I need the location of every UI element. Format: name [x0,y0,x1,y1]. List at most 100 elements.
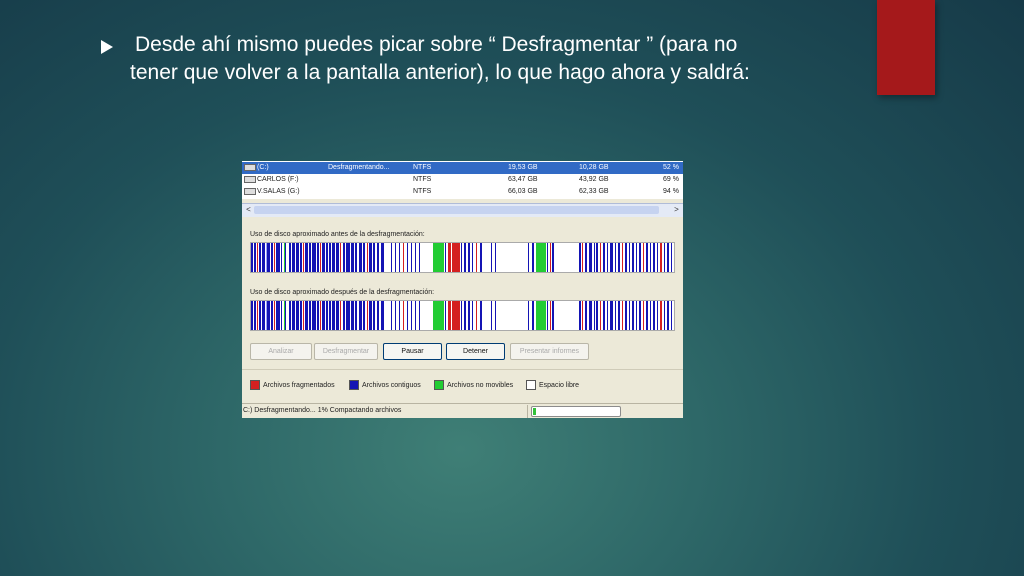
cluster-stripe [615,243,616,272]
after-usage-bar [250,300,675,331]
cluster-stripe [407,301,408,330]
cluster-stripe [411,301,412,330]
cluster-stripe [259,301,261,330]
cluster-stripe [369,243,372,272]
cluster-stripe [305,243,308,272]
defrag-button[interactable]: Desfragmentar [314,343,378,360]
cluster-stripe [476,301,477,330]
cluster-stripe [257,243,258,272]
cluster-stripe [419,301,420,330]
cluster-stripe [329,243,331,272]
cluster-stripe [296,301,299,330]
volume-fs: NTFS [413,176,432,183]
cluster-stripe [340,243,341,272]
cluster-stripe [550,301,551,330]
cluster-stripe [632,243,634,272]
cluster-stripe [309,243,311,272]
cluster-stripe [445,301,446,330]
cluster-stripe [600,301,601,330]
drive-icon [244,175,256,183]
volume-pct: 69 % [663,176,679,183]
analyze-button[interactable]: Analizar [250,343,312,360]
cluster-stripe [491,243,492,272]
cluster-stripe [650,243,651,272]
cluster-stripe [625,301,627,330]
scroll-thumb[interactable] [254,206,659,214]
cluster-stripe [528,243,529,272]
legend-fragmented: Archivos fragmentados [250,380,335,390]
scroll-left-icon[interactable]: < [243,204,254,215]
cluster-stripe [303,301,304,330]
scroll-right-icon[interactable]: > [671,204,682,215]
cluster-stripe [464,301,466,330]
cluster-stripe [289,243,291,272]
cluster-stripe [532,243,534,272]
pause-button[interactable]: Pausar [383,343,442,360]
cluster-stripe [317,301,319,330]
swatch-fragmented [250,380,260,390]
progress-fill [533,408,536,415]
cluster-stripe [464,243,466,272]
drive-icon [244,187,256,195]
cluster-stripe [251,301,253,330]
cluster-stripe [373,243,375,272]
cluster-stripe [399,301,400,330]
cluster-stripe [329,301,331,330]
cluster-stripe [657,243,658,272]
cluster-stripe [415,301,416,330]
volume-row-c[interactable]: (C:) Desfragmentando... NTFS 19,53 GB 10… [242,162,683,174]
cluster-stripe [594,301,595,330]
cluster-stripe [292,301,295,330]
legend-unmovable: Archivos no movibles [434,380,513,390]
cluster-stripe [415,243,416,272]
cluster-stripe [615,301,616,330]
cluster-stripe [363,301,365,330]
cluster-stripe [632,301,634,330]
cluster-stripe [320,243,321,272]
cluster-stripe [448,301,451,330]
cluster-stripe [343,243,345,272]
cluster-stripe [639,301,641,330]
cluster-stripe [322,243,325,272]
cluster-stripe [660,301,662,330]
cluster-stripe [622,243,623,272]
cluster-stripe [391,243,392,272]
legend-free-label: Espacio libre [539,381,580,389]
cluster-stripe [610,301,613,330]
cluster-stripe [367,301,368,330]
swatch-contiguous [349,380,359,390]
cluster-stripe [476,243,477,272]
cluster-stripe [625,243,627,272]
divider [242,369,683,370]
volume-free: 43,92 GB [579,176,609,183]
volume-row-g[interactable]: V.SALAS (G:) NTFS 66,03 GB 62,33 GB 94 % [242,186,683,198]
cluster-stripe [596,243,598,272]
slide-text-line-1: Desde ahí mismo puedes picar sobre “ Des… [135,33,738,56]
stop-button[interactable]: Detener [446,343,505,360]
cluster-stripe [433,301,444,330]
cluster-stripe [262,243,265,272]
cluster-stripe [403,301,404,330]
volume-capacity: 66,03 GB [508,188,538,195]
cluster-stripe [407,243,408,272]
volume-row-f[interactable]: CARLOS (F:) NTFS 63,47 GB 43,92 GB 69 % [242,174,683,186]
horizontal-scrollbar[interactable]: < > [242,203,683,217]
cluster-stripe [582,301,583,330]
report-button[interactable]: Presentar informes [510,343,589,360]
cluster-stripe [491,301,492,330]
cluster-stripe [395,243,396,272]
cluster-stripe [336,243,339,272]
cluster-stripe [433,243,444,272]
cluster-stripe [381,301,384,330]
cluster-stripe [582,243,583,272]
cluster-stripe [643,243,644,272]
cluster-stripe [276,301,280,330]
cluster-stripe [332,301,335,330]
cluster-stripe [254,243,256,272]
cluster-stripe [610,243,613,272]
cluster-stripe [667,243,669,272]
cluster-stripe [480,243,482,272]
cluster-stripe [312,301,316,330]
cluster-stripe [346,301,350,330]
cluster-stripe [292,243,295,272]
